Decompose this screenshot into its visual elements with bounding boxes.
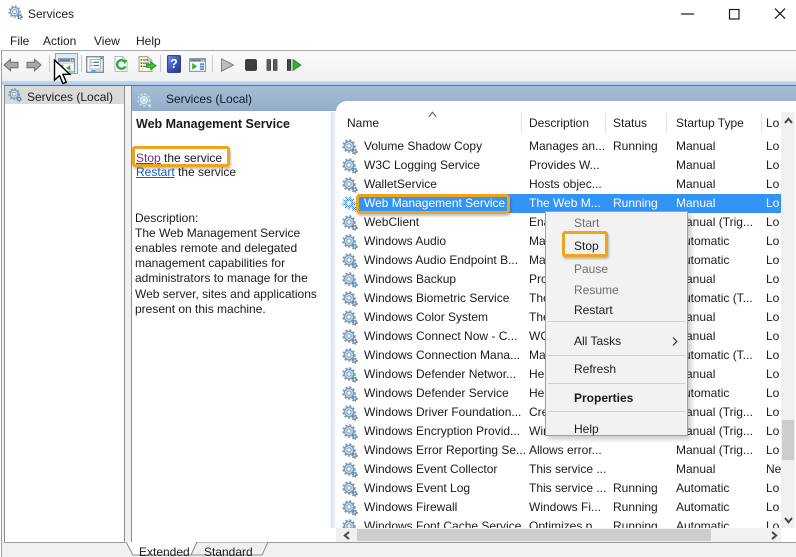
- svg-text:?: ?: [170, 57, 178, 71]
